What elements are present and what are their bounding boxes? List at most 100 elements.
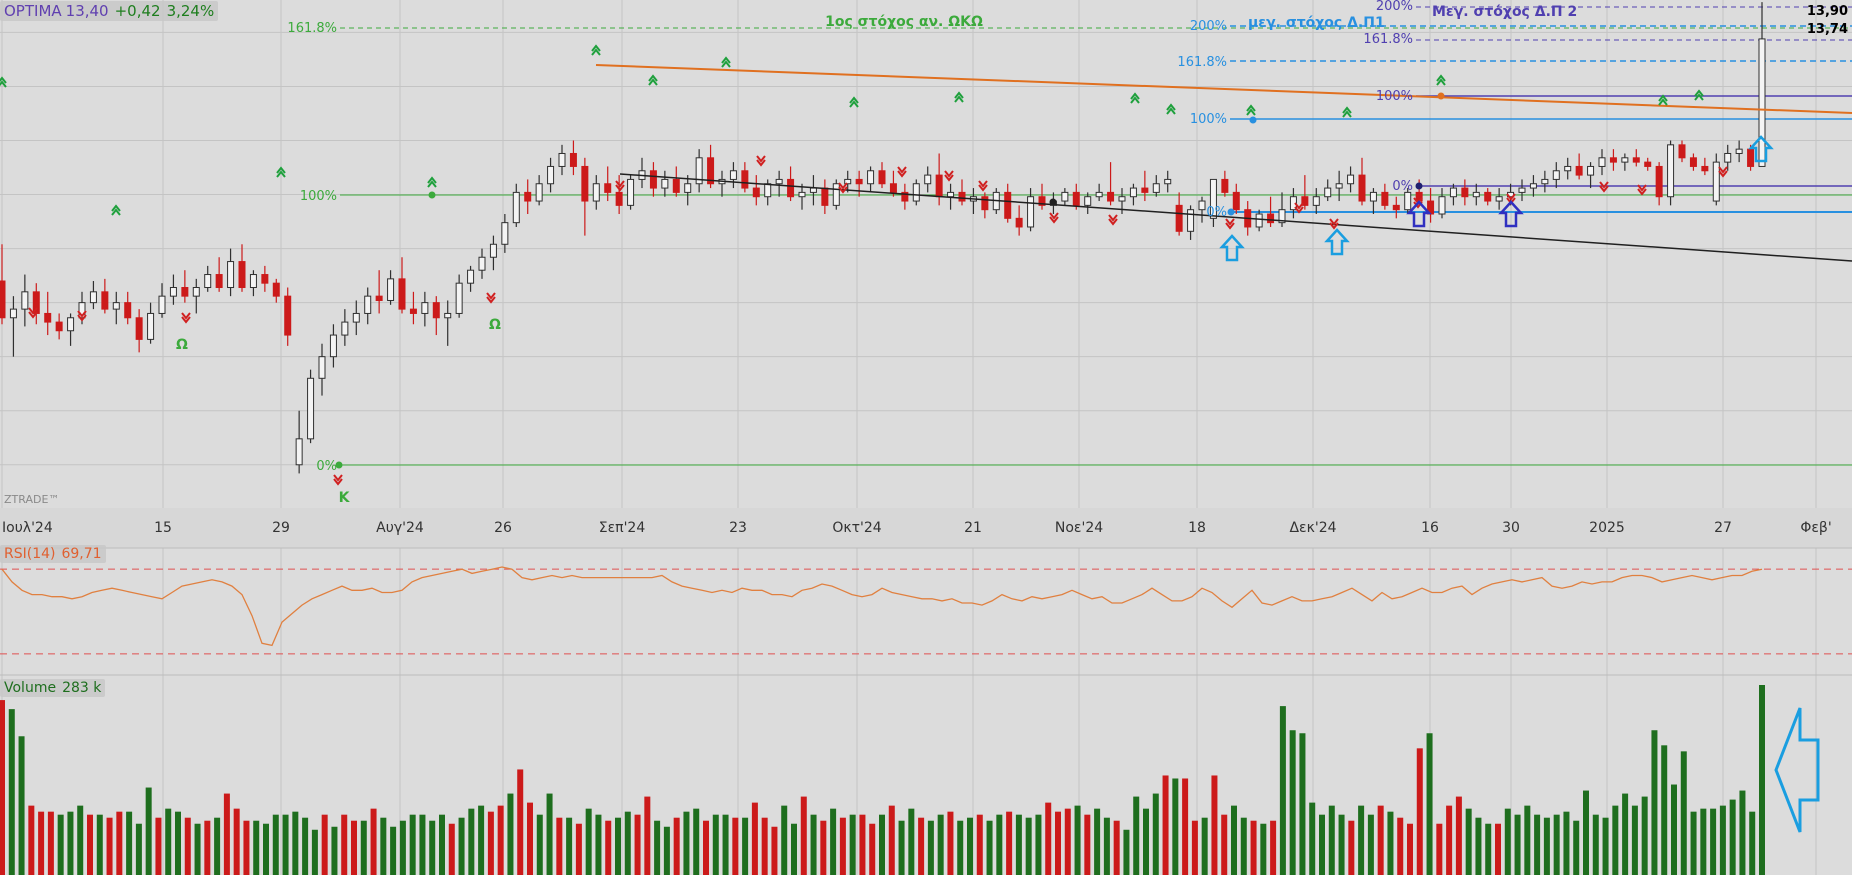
volume-bar-32 bbox=[311, 829, 318, 875]
candle-body-75 bbox=[855, 178, 863, 185]
candle-body-94 bbox=[1072, 191, 1080, 206]
volume-name: Volume bbox=[4, 680, 57, 696]
stock-chart[interactable]: 161.8% 100% 0% 1ος στόχος αν. ΩΚΩ 200% 1… bbox=[0, 0, 1852, 875]
candle-body-68 bbox=[775, 178, 783, 185]
candle-body-93 bbox=[1061, 191, 1069, 202]
volume-bar-1 bbox=[8, 709, 15, 875]
volume-bar-9 bbox=[87, 814, 93, 875]
omega-label-1: Ω bbox=[176, 337, 188, 353]
volume-bar-180 bbox=[1759, 685, 1765, 875]
candle-body-12 bbox=[135, 317, 143, 340]
volume-bar-45 bbox=[439, 814, 445, 875]
volume-bar-118 bbox=[1152, 793, 1159, 875]
x-tick-label-2: 29 bbox=[272, 520, 290, 536]
volume-bar-25 bbox=[243, 820, 250, 875]
candle-body-149 bbox=[1701, 165, 1709, 172]
volume-bar-120 bbox=[1172, 778, 1179, 875]
x-tick-label-3: Αυγ'24 bbox=[376, 520, 424, 536]
candle-body-96 bbox=[1095, 191, 1103, 198]
candle-body-118 bbox=[1347, 174, 1355, 185]
volume-bar-153 bbox=[1495, 823, 1501, 875]
volume-bar-110 bbox=[1074, 805, 1081, 875]
candle-body-82 bbox=[935, 174, 943, 198]
volume-bar-91 bbox=[888, 805, 895, 875]
volume-bar-73 bbox=[712, 814, 719, 875]
candle-body-55 bbox=[627, 178, 635, 206]
candle-body-27 bbox=[307, 377, 315, 440]
volume-bar-146 bbox=[1426, 733, 1433, 875]
rsi-name: RSI(14) bbox=[4, 546, 56, 562]
candle-body-51 bbox=[581, 165, 589, 202]
candle-body-150 bbox=[1712, 161, 1720, 202]
candle-body-16 bbox=[181, 287, 189, 297]
volume-bar-21 bbox=[204, 820, 211, 875]
volume-bar-27 bbox=[263, 823, 269, 875]
candle-body-66 bbox=[752, 187, 760, 198]
candle-body-41 bbox=[467, 269, 475, 284]
candle-body-42 bbox=[478, 256, 486, 271]
volume-bar-143 bbox=[1397, 817, 1404, 875]
candle-body-129 bbox=[1472, 191, 1480, 198]
volume-bar-166 bbox=[1622, 793, 1629, 875]
volume-bar-109 bbox=[1064, 808, 1071, 875]
volume-bar-79 bbox=[771, 826, 778, 875]
candle-body-73 bbox=[832, 183, 840, 206]
candle-body-98 bbox=[1118, 196, 1126, 202]
price-legend: OPTIMA 13,40 +0,42 3,24% bbox=[0, 1, 219, 21]
volume-bar-115 bbox=[1123, 829, 1130, 875]
x-tick-label-8: 21 bbox=[964, 520, 982, 536]
volume-bar-87 bbox=[849, 814, 856, 875]
candle-body-60 bbox=[684, 183, 692, 193]
candle-body-45 bbox=[512, 191, 520, 224]
candle-body-31 bbox=[352, 312, 360, 323]
volume-bar-14 bbox=[135, 823, 142, 875]
candle-body-2 bbox=[21, 291, 29, 310]
candle-body-151 bbox=[1724, 152, 1732, 163]
volume-bar-125 bbox=[1221, 814, 1228, 875]
candle-body-147 bbox=[1678, 144, 1686, 159]
volume-bar-43 bbox=[419, 814, 426, 875]
volume-bar-103 bbox=[1006, 811, 1013, 875]
volume-bar-154 bbox=[1504, 808, 1511, 875]
volume-bar-126 bbox=[1231, 805, 1237, 875]
volume-bar-36 bbox=[351, 820, 357, 875]
candle-body-154 bbox=[1758, 38, 1766, 167]
candle-body-97 bbox=[1107, 191, 1115, 202]
candle-body-46 bbox=[524, 191, 532, 202]
volume-bar-124 bbox=[1211, 775, 1218, 875]
candle-body-143 bbox=[1632, 157, 1640, 163]
volume-bar-111 bbox=[1084, 814, 1091, 875]
candle-body-37 bbox=[421, 302, 429, 314]
candle-body-39 bbox=[444, 312, 452, 319]
pivot-dot-6 bbox=[1437, 92, 1445, 100]
volume-bar-94 bbox=[918, 817, 925, 875]
volume-bar-78 bbox=[761, 817, 768, 875]
candle-body-86 bbox=[981, 196, 989, 211]
candle-body-108 bbox=[1232, 191, 1240, 211]
volume-bar-176 bbox=[1719, 805, 1726, 875]
volume-bar-107 bbox=[1045, 802, 1052, 875]
candle-body-133 bbox=[1518, 187, 1526, 193]
candle-body-105 bbox=[1198, 200, 1206, 211]
candle-body-84 bbox=[958, 191, 966, 202]
candle-body-47 bbox=[535, 183, 543, 202]
volume-bar-173 bbox=[1690, 811, 1697, 875]
candle-body-17 bbox=[192, 287, 200, 297]
candle-body-48 bbox=[547, 165, 555, 185]
candle-body-26 bbox=[295, 438, 303, 466]
volume-bar-119 bbox=[1162, 775, 1169, 875]
volume-bar-82 bbox=[800, 796, 807, 875]
volume-bar-96 bbox=[937, 814, 944, 875]
purple-fib-161-label: 161.8% bbox=[1363, 32, 1413, 47]
candle-body-139 bbox=[1587, 165, 1595, 176]
candle-body-18 bbox=[204, 274, 212, 289]
volume-bar-58 bbox=[566, 817, 573, 875]
candle-body-11 bbox=[124, 302, 132, 319]
candle-body-138 bbox=[1575, 165, 1583, 176]
candle-body-13 bbox=[147, 312, 155, 340]
volume-bar-10 bbox=[96, 814, 103, 875]
chart-background bbox=[0, 0, 1852, 875]
candle-body-30 bbox=[341, 321, 349, 336]
volume-bar-65 bbox=[634, 814, 641, 875]
purple-fib-200-label: 200% bbox=[1376, 0, 1413, 14]
